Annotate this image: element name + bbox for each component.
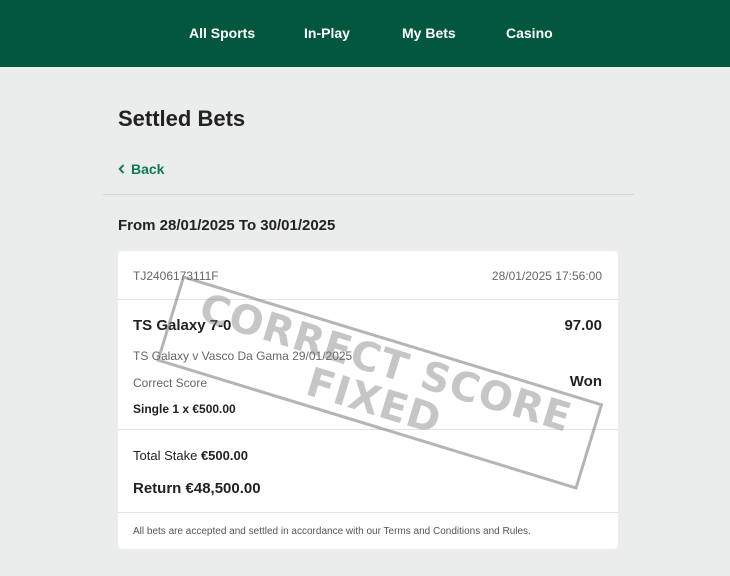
return-amount: Return €48,500.00 <box>133 480 261 497</box>
page-title: Settled Bets <box>118 106 246 131</box>
nav-casino[interactable]: Casino <box>506 25 553 41</box>
nav-my-bets[interactable]: My Bets <box>402 25 456 41</box>
back-label: Back <box>131 161 165 177</box>
card-divider <box>118 512 618 513</box>
nav-in-play[interactable]: In-Play <box>304 25 350 41</box>
bet-type: Single 1 x €500.00 <box>133 402 236 416</box>
date-range-heading: From 28/01/2025 To 30/01/2025 <box>118 217 336 234</box>
bet-odds: 97.00 <box>564 317 602 334</box>
card-divider <box>118 429 618 430</box>
bet-placed-time: 28/01/2025 17:56:00 <box>491 269 602 283</box>
bet-result: Won <box>569 373 602 390</box>
total-stake: Total Stake €500.00 <box>133 448 248 463</box>
terms-disclaimer: All bets are accepted and settled in acc… <box>133 526 531 537</box>
bet-card: TJ2406173111F 28/01/2025 17:56:00 TS Gal… <box>118 251 618 549</box>
card-divider <box>118 299 618 300</box>
bet-selection: TS Galaxy 7-0 <box>133 317 232 334</box>
total-stake-label: Total Stake <box>133 448 198 463</box>
back-button[interactable]: Back <box>118 161 164 177</box>
section-divider <box>103 194 634 195</box>
total-stake-value: €500.00 <box>200 448 248 463</box>
event-name: TS Galaxy v Vasco Da Gama 29/01/2025 <box>133 349 353 363</box>
nav-all-sports[interactable]: All Sports <box>189 25 255 41</box>
top-navigation-bar: All Sports In-Play My Bets Casino <box>0 0 730 67</box>
market-name: Correct Score <box>133 376 208 390</box>
chevron-left-icon <box>118 164 125 174</box>
return-value: €48,500.00 <box>185 480 261 497</box>
bet-reference: TJ2406173111F <box>133 269 219 283</box>
return-label: Return <box>133 480 182 497</box>
